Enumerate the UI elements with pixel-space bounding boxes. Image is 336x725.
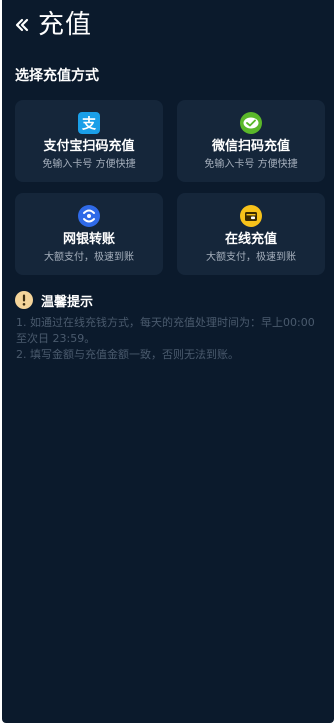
method-card-alipay[interactable]: 支 支付宝扫码充值 免输入卡号 方便快捷 [15,100,163,182]
method-card-wechat[interactable]: 微信扫码充值 免输入卡号 方便快捷 [177,100,325,182]
tip-line: 1. 如通过在线充钱方式，每天的充值处理时间为：早上00:00 至次日 23:5… [16,316,315,345]
bank-transfer-icon [78,205,100,227]
method-card-online[interactable]: 在线充值 大额支付，极速到账 [177,193,325,275]
online-wallet-icon [240,205,262,227]
exclamation-icon [15,291,33,309]
method-subtitle: 大额支付，极速到账 [44,252,134,263]
tips-header: 温馨提示 [15,289,93,311]
method-label: 网银转账 [62,232,115,247]
double-chevron-left-icon [15,18,29,32]
wechat-icon [240,112,262,134]
method-label: 支付宝扫码充值 [43,139,135,154]
header: 充值 [2,0,334,52]
method-label: 在线充值 [224,232,277,247]
alipay-icon: 支 [78,112,100,134]
method-subtitle: 免输入卡号 方便快捷 [204,159,298,170]
svg-text:支: 支 [81,116,97,133]
tips-list: 1. 如通过在线充钱方式，每天的充值处理时间为：早上00:00 至次日 23:5… [16,315,316,363]
tip-line: 2. 填写金额与充值金额一致，否则无法到账。 [16,348,239,361]
tips-title: 温馨提示 [41,294,94,310]
section-title: 选择充值方式 [15,68,99,84]
back-button[interactable] [12,12,32,38]
method-label: 微信扫码充值 [211,139,290,154]
recharge-screen: 充值 选择充值方式 支 支付宝扫码充值 免输入卡号 方便快捷 微信扫码充值 免输… [2,0,334,723]
method-card-bank-transfer[interactable]: 网银转账 大额支付，极速到账 [15,193,163,275]
method-subtitle: 大额支付，极速到账 [206,252,296,263]
method-subtitle: 免输入卡号 方便快捷 [42,159,136,170]
page-title: 充值 [38,10,93,40]
